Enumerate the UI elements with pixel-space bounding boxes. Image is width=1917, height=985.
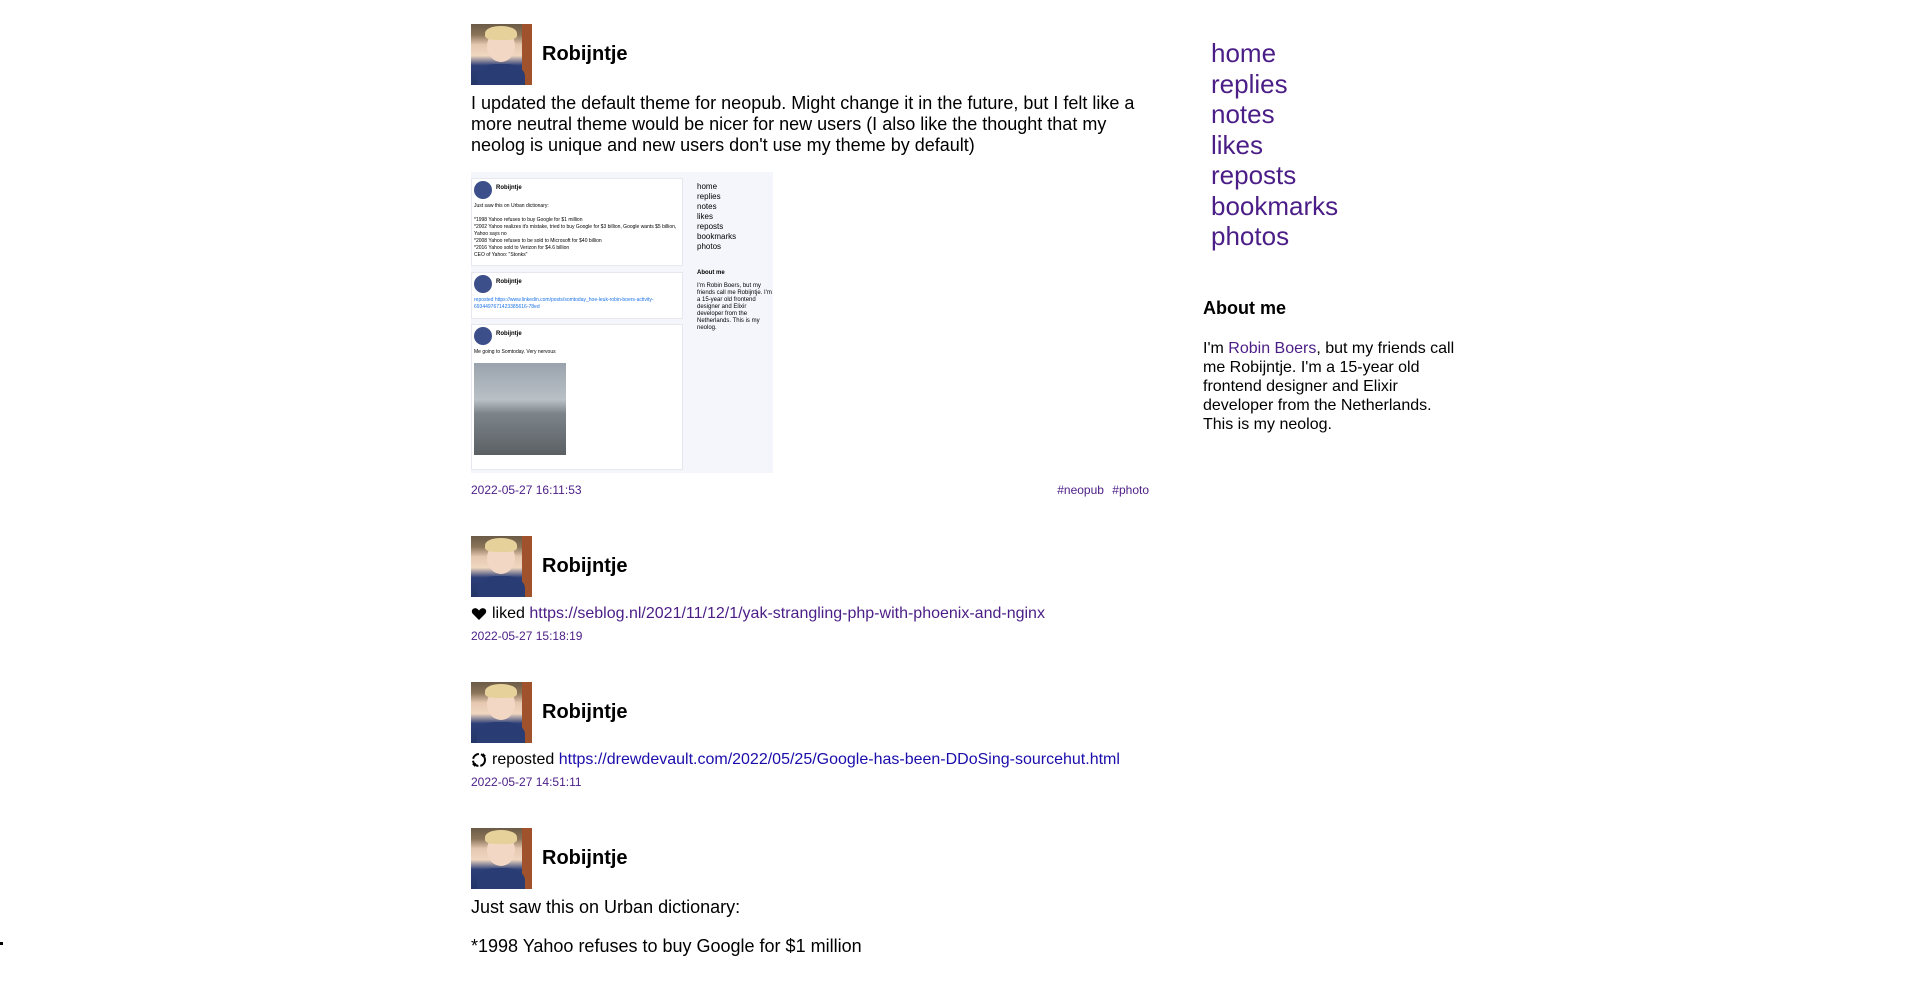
nav-photos[interactable]: photos: [1211, 221, 1289, 251]
tag-photo[interactable]: #photo: [1112, 483, 1149, 497]
post: Robijntje Just saw this on Urban diction…: [471, 827, 1149, 957]
post-header: Robijntje: [471, 827, 1149, 889]
photo-author: Robijntje: [496, 185, 522, 191]
post-meta: 2022-05-27 14:51:11: [471, 775, 1149, 789]
about-name-link[interactable]: Robin Boers: [1228, 340, 1316, 357]
photo-text: Just saw this on Urban dictionary: *1998…: [474, 203, 677, 258]
nav-bookmarks[interactable]: bookmarks: [1211, 191, 1338, 221]
repost-icon: [472, 753, 486, 767]
photo-about: About me I'm Robin Boers, but my friends…: [697, 270, 772, 331]
photo-card: Robijntje reposted https://www.linkedin.…: [471, 272, 683, 319]
author-name[interactable]: Robijntje: [542, 847, 628, 870]
author-name[interactable]: Robijntje: [542, 701, 628, 724]
photo-thumbnail: [474, 363, 566, 455]
photo-avatar: [474, 275, 492, 293]
post-timestamp[interactable]: 2022-05-27 15:18:19: [471, 629, 582, 643]
photo-text: reposted https://www.linkedin.com/posts/…: [474, 297, 654, 310]
feed: Robijntje I updated the default theme fo…: [471, 23, 1149, 985]
cursor-artifact: [0, 942, 3, 945]
liked-link[interactable]: https://seblog.nl/2021/11/12/1/yak-stran…: [529, 605, 1045, 623]
photo-nav: home replies notes likes reposts bookmar…: [697, 182, 737, 251]
post-timestamp[interactable]: 2022-05-27 14:51:11: [471, 775, 582, 789]
avatar[interactable]: [471, 23, 532, 85]
photo-avatar: [474, 327, 492, 345]
repost-line: reposted https://drewdevault.com/2022/05…: [471, 751, 1149, 769]
photo-avatar: [474, 181, 492, 199]
author-name[interactable]: Robijntje: [542, 555, 628, 578]
photo-text: Me going to Somtoday. Very nervous: [474, 349, 556, 355]
avatar[interactable]: [471, 535, 532, 597]
photo-card: Robijntje Just saw this on Urban diction…: [471, 178, 683, 266]
about-title: About me: [1203, 297, 1286, 318]
post: Robijntje liked https://seblog.nl/2021/1…: [471, 535, 1149, 643]
tag-list: #neopub #photo: [1057, 483, 1149, 497]
post-header: Robijntje: [471, 535, 1149, 597]
post-text: Just saw this on Urban dictionary:: [471, 897, 741, 917]
about-text-prefix: I'm: [1203, 339, 1229, 357]
nav-reposts[interactable]: reposts: [1211, 160, 1296, 190]
post-meta: 2022-05-27 16:11:53 #neopub #photo: [471, 483, 1149, 497]
nav-likes[interactable]: likes: [1211, 130, 1263, 160]
post-text: *1998 Yahoo refuses to buy Google for $1…: [471, 936, 862, 956]
post-header: Robijntje: [471, 23, 1149, 85]
avatar[interactable]: [471, 827, 532, 889]
photo-card: Robijntje Me going to Somtoday. Very ner…: [471, 324, 683, 470]
about-text: I'm Robin Boers, but my friends call me …: [1203, 339, 1463, 434]
sidebar: home replies notes likes reposts bookmar…: [1203, 38, 1473, 434]
avatar[interactable]: [471, 681, 532, 743]
like-label: liked: [492, 605, 525, 622]
photo-author: Robijntje: [496, 331, 522, 337]
post-header: Robijntje: [471, 681, 1149, 743]
tag-neopub[interactable]: #neopub: [1057, 483, 1104, 497]
post-meta: 2022-05-27 15:18:19: [471, 629, 1149, 643]
nav-notes[interactable]: notes: [1211, 99, 1275, 129]
post-text: I updated the default theme for neopub. …: [471, 93, 1135, 155]
nav-replies[interactable]: replies: [1211, 69, 1288, 99]
nav-home[interactable]: home: [1211, 38, 1276, 68]
heart-icon: [471, 608, 487, 620]
main-nav: home replies notes likes reposts bookmar…: [1211, 38, 1473, 252]
like-line: liked https://seblog.nl/2021/11/12/1/yak…: [471, 605, 1149, 623]
author-name[interactable]: Robijntje: [542, 43, 628, 66]
post-timestamp[interactable]: 2022-05-27 16:11:53: [471, 483, 582, 497]
repost-label: reposted: [492, 751, 555, 768]
reposted-link[interactable]: https://drewdevault.com/2022/05/25/Googl…: [559, 751, 1120, 769]
post: Robijntje reposted https://drewdevault.c…: [471, 681, 1149, 789]
photo-author: Robijntje: [496, 279, 522, 285]
post: Robijntje I updated the default theme fo…: [471, 23, 1149, 497]
post-photo[interactable]: Robijntje Just saw this on Urban diction…: [471, 172, 773, 473]
